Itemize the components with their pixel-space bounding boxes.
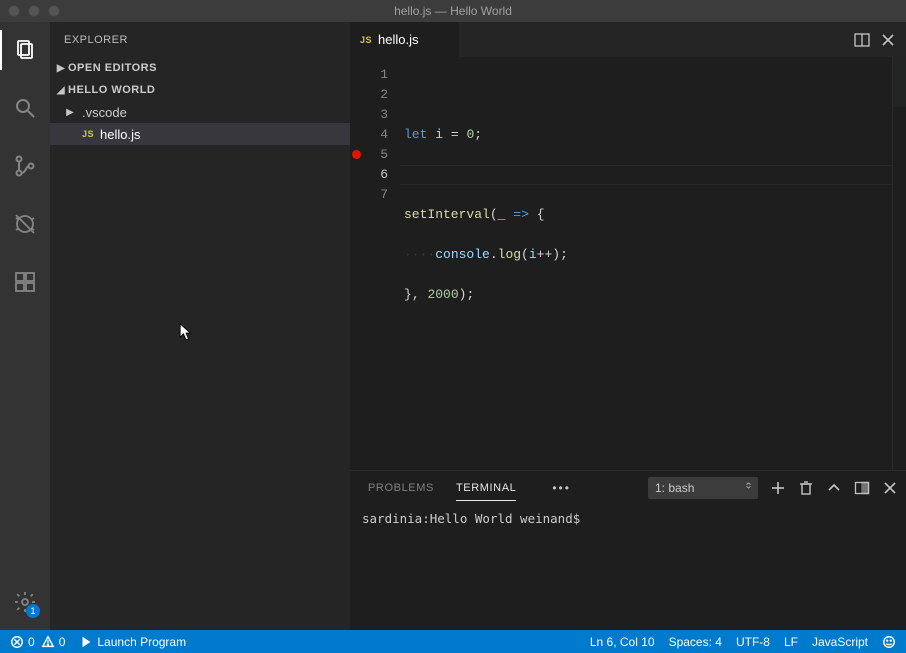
line-number: 3 <box>350 105 388 125</box>
chevron-down-icon: ◢ <box>54 85 68 96</box>
title-bar: hello.js — Hello World <box>0 0 906 22</box>
javascript-file-icon: JS <box>82 129 94 139</box>
mouse-cursor-icon <box>179 323 193 343</box>
tab-hello-js[interactable]: JS hello.js <box>350 22 460 57</box>
status-feedback-icon[interactable] <box>882 635 896 649</box>
sidebar-header: EXPLORER <box>50 22 350 57</box>
workspace-section[interactable]: ◢ HELLO WORLD <box>50 79 350 101</box>
extensions-activity[interactable] <box>0 262 50 302</box>
chevron-right-icon: ▶ <box>64 107 76 118</box>
kill-terminal-icon[interactable] <box>798 480 814 496</box>
settings-activity[interactable]: 1 <box>0 582 50 622</box>
status-ln-col[interactable]: Ln 6, Col 10 <box>590 635 655 649</box>
editor-tab-bar: JS hello.js <box>350 22 906 57</box>
split-editor-icon[interactable] <box>854 32 870 48</box>
line-number: 6 <box>350 165 388 185</box>
debug-activity[interactable] <box>0 204 50 244</box>
status-warnings-count: 0 <box>59 635 66 649</box>
editor-group: JS hello.js 1 2 3 4 <box>350 22 906 630</box>
javascript-file-icon: JS <box>360 35 372 45</box>
code-content[interactable]: let i = 0; setInterval(_ => { ····consol… <box>400 57 906 470</box>
search-activity[interactable] <box>0 88 50 128</box>
current-line-highlight <box>400 165 906 185</box>
workspace-label: HELLO WORLD <box>68 84 155 96</box>
open-editors-label: OPEN EDITORS <box>68 62 157 74</box>
tree-folder-vscode[interactable]: ▶ .vscode <box>50 101 350 123</box>
status-warnings[interactable]: 0 <box>41 635 66 649</box>
status-eol[interactable]: LF <box>784 635 798 649</box>
explorer-sidebar: EXPLORER ▶ OPEN EDITORS ◢ HELLO WORLD ▶ … <box>50 22 350 630</box>
explorer-activity[interactable] <box>0 30 50 70</box>
status-bar: 0 0 Launch Program Ln 6, Col 10 Spaces: … <box>0 630 906 653</box>
tab-label: hello.js <box>378 32 418 47</box>
line-number-gutter[interactable]: 1 2 3 4 5 6 7 <box>350 57 400 470</box>
bottom-panel: PROBLEMS TERMINAL ••• 1: bash <box>350 470 906 630</box>
status-encoding[interactable]: UTF-8 <box>736 635 770 649</box>
file-label: hello.js <box>100 127 140 142</box>
line-number: 4 <box>350 125 388 145</box>
close-all-icon[interactable] <box>880 32 896 48</box>
maximize-panel-icon[interactable] <box>826 480 842 496</box>
settings-badge: 1 <box>26 604 40 618</box>
source-control-activity[interactable] <box>0 146 50 186</box>
activity-bar: 1 <box>0 22 50 630</box>
toggle-panel-layout-icon[interactable] <box>854 480 870 496</box>
tree-file-hello[interactable]: JS hello.js <box>50 123 350 145</box>
terminal-output[interactable]: sardinia:Hello World weinand$ <box>350 505 906 630</box>
line-number: 2 <box>350 85 388 105</box>
line-number: 1 <box>350 65 388 85</box>
new-terminal-icon[interactable] <box>770 480 786 496</box>
panel-tab-terminal[interactable]: TERMINAL <box>456 476 516 501</box>
open-editors-section[interactable]: ▶ OPEN EDITORS <box>50 57 350 79</box>
minimap[interactable] <box>892 57 906 470</box>
window-title: hello.js — Hello World <box>0 4 906 18</box>
terminal-select[interactable]: 1: bash <box>648 477 758 499</box>
status-errors-count: 0 <box>28 635 35 649</box>
line-number: 7 <box>350 185 388 205</box>
panel-tab-problems[interactable]: PROBLEMS <box>368 476 434 500</box>
chevron-right-icon: ▶ <box>54 63 68 74</box>
file-tree: ▶ .vscode JS hello.js <box>50 101 350 145</box>
status-indent[interactable]: Spaces: 4 <box>669 635 722 649</box>
status-launch-label: Launch Program <box>97 635 186 649</box>
terminal-prompt: sardinia:Hello World weinand$ <box>362 511 580 526</box>
breakpoint-icon[interactable] <box>352 150 361 159</box>
status-language[interactable]: JavaScript <box>812 635 868 649</box>
terminal-picker[interactable]: 1: bash <box>648 477 758 499</box>
panel-more-icon[interactable]: ••• <box>552 481 571 495</box>
code-editor[interactable]: 1 2 3 4 5 6 7 let i = 0; setInterval(_ =… <box>350 57 906 470</box>
close-panel-icon[interactable] <box>882 480 898 496</box>
folder-label: .vscode <box>82 105 127 120</box>
status-errors[interactable]: 0 <box>10 635 35 649</box>
status-launch-config[interactable]: Launch Program <box>79 635 186 649</box>
